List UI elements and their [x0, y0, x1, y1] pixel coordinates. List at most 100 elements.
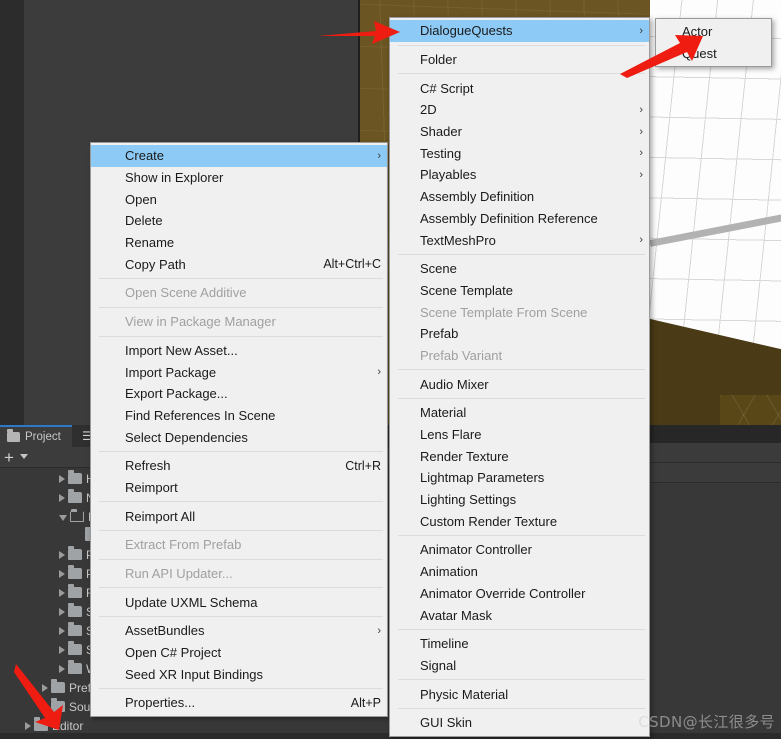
menu-item-label: Open Scene Additive	[125, 285, 247, 301]
menu-item-label: Scene Template	[420, 282, 513, 298]
tab-project[interactable]: Project	[0, 425, 72, 447]
menu-item-show-in-explorer[interactable]: Show in Explorer	[91, 167, 387, 189]
menu-item-copy-path[interactable]: Copy Path Alt+Ctrl+C	[91, 253, 387, 275]
folder-icon	[51, 679, 65, 693]
menu-item-audio-mixer[interactable]: Audio Mixer	[390, 373, 649, 395]
create-submenu[interactable]: DialogueQuests › Folder C# Script 2D › Shader ›…	[389, 17, 650, 737]
menu-item-reimport-all[interactable]: Reimport All	[91, 505, 387, 527]
triangle-right-icon[interactable]	[59, 474, 65, 483]
menu-item-import-package[interactable]: Import Package ›	[91, 361, 387, 383]
menu-item-2d[interactable]: 2D ›	[390, 99, 649, 121]
right-panel-header	[646, 425, 781, 443]
menu-item-assetbundles[interactable]: AssetBundles ›	[91, 620, 387, 642]
menu-item-folder[interactable]: Folder	[390, 49, 649, 71]
menu-item-delete[interactable]: Delete	[91, 210, 387, 232]
menu-item-textmeshpro[interactable]: TextMeshPro ›	[390, 229, 649, 251]
menu-item-label: Prefab	[420, 326, 459, 342]
triangle-right-icon[interactable]	[59, 569, 65, 578]
menu-item-lighting-settings[interactable]: Lighting Settings	[390, 489, 649, 511]
menu-item-refresh[interactable]: Refresh Ctrl+R	[91, 455, 387, 477]
plus-icon[interactable]: +	[4, 449, 14, 466]
triangle-right-icon[interactable]	[59, 645, 65, 654]
menu-item-lightmap-parameters[interactable]: Lightmap Parameters	[390, 467, 649, 489]
menu-item-scene[interactable]: Scene	[390, 258, 649, 280]
folder-icon	[68, 603, 82, 617]
menu-item-find-references-in-scene[interactable]: Find References In Scene	[91, 405, 387, 427]
menu-item-assembly-definition[interactable]: Assembly Definition	[390, 186, 649, 208]
menu-item-label: Create	[125, 148, 165, 164]
menu-item-custom-render-texture[interactable]: Custom Render Texture	[390, 510, 649, 532]
menu-item-render-texture[interactable]: Render Texture	[390, 445, 649, 467]
menu-separator	[99, 558, 383, 560]
menu-item-label: Assembly Definition Reference	[420, 210, 598, 226]
triangle-right-icon[interactable]	[59, 664, 65, 673]
menu-item-gui-skin[interactable]: GUI Skin	[390, 712, 649, 734]
menu-item-animator-override-controller[interactable]: Animator Override Controller	[390, 583, 649, 605]
triangle-right-icon[interactable]	[59, 626, 65, 635]
menu-item-shortcut: Alt+Ctrl+C	[323, 257, 381, 272]
menu-item-label: Refresh	[125, 458, 171, 474]
menu-separator	[99, 501, 383, 503]
menu-item-animator-controller[interactable]: Animator Controller	[390, 539, 649, 561]
menu-item-label: GUI Skin	[420, 715, 473, 731]
menu-item-label: Lighting Settings	[420, 492, 517, 508]
menu-item-extract-from-prefab: Extract From Prefab	[91, 534, 387, 556]
menu-item-properties[interactable]: Properties... Alt+P	[91, 692, 387, 714]
menu-item-label: Select Dependencies	[125, 429, 248, 445]
chevron-right-icon: ›	[639, 103, 643, 116]
triangle-right-icon[interactable]	[42, 683, 48, 692]
folder-icon	[68, 565, 82, 579]
menu-separator	[398, 369, 645, 371]
menu-item-assembly-definition-reference[interactable]: Assembly Definition Reference	[390, 208, 649, 230]
menu-item-seed-xr-input-bindings[interactable]: Seed XR Input Bindings	[91, 663, 387, 685]
tab-project-label: Project	[25, 431, 61, 443]
triangle-right-icon[interactable]	[59, 493, 65, 502]
menu-item-create[interactable]: Create ›	[91, 145, 387, 167]
menu-item-reimport[interactable]: Reimport	[91, 477, 387, 499]
menu-item-prefab[interactable]: Prefab	[390, 323, 649, 345]
menu-item-label: Reimport	[125, 479, 178, 495]
menu-item-label: Reimport All	[125, 508, 196, 524]
triangle-right-icon[interactable]	[59, 550, 65, 559]
menu-item-label: AssetBundles	[125, 623, 205, 639]
menu-item-export-package[interactable]: Export Package...	[91, 383, 387, 405]
menu-item-scene-template[interactable]: Scene Template	[390, 280, 649, 302]
menu-item-physic-material[interactable]: Physic Material	[390, 683, 649, 705]
menu-item-material[interactable]: Material	[390, 402, 649, 424]
menu-item-playables[interactable]: Playables ›	[390, 164, 649, 186]
chevron-down-icon[interactable]	[20, 454, 28, 459]
triangle-right-icon[interactable]	[59, 607, 65, 616]
triangle-right-icon[interactable]	[25, 721, 31, 730]
dialoguequests-submenu[interactable]: Actor Quest	[655, 18, 772, 68]
menu-item-rename[interactable]: Rename	[91, 232, 387, 254]
menu-item-update-uxml-schema[interactable]: Update UXML Schema	[91, 591, 387, 613]
menu-item-label: Lens Flare	[420, 427, 482, 443]
triangle-down-icon[interactable]	[59, 514, 67, 521]
menu-item-label: Render Texture	[420, 448, 509, 464]
menu-item-select-dependencies[interactable]: Select Dependencies	[91, 426, 387, 448]
menu-item-label: Export Package...	[125, 386, 228, 402]
menu-item-label: Shader	[420, 124, 462, 140]
menu-item-label: Open C# Project	[125, 645, 222, 661]
menu-item-dialoguequests[interactable]: DialogueQuests ›	[390, 20, 649, 42]
menu-item-avatar-mask[interactable]: Avatar Mask	[390, 604, 649, 626]
menu-item-actor[interactable]: Actor	[656, 21, 771, 43]
triangle-right-icon[interactable]	[59, 588, 65, 597]
menu-item-lens-flare[interactable]: Lens Flare	[390, 424, 649, 446]
menu-item-c-script[interactable]: C# Script	[390, 77, 649, 99]
menu-item-import-new-asset[interactable]: Import New Asset...	[91, 340, 387, 362]
menu-item-signal[interactable]: Signal	[390, 655, 649, 677]
asset-context-menu[interactable]: Create › Show in Explorer Open Delete Rename C…	[90, 142, 388, 717]
menu-item-shader[interactable]: Shader ›	[390, 121, 649, 143]
menu-item-open[interactable]: Open	[91, 188, 387, 210]
menu-item-open-c-project[interactable]: Open C# Project	[91, 642, 387, 664]
menu-item-animation[interactable]: Animation	[390, 561, 649, 583]
menu-item-label: Open	[125, 191, 157, 207]
menu-item-testing[interactable]: Testing ›	[390, 142, 649, 164]
menu-item-label: Find References In Scene	[125, 407, 276, 423]
menu-item-label: Playables	[420, 167, 477, 183]
menu-item-label: Import New Asset...	[125, 342, 238, 358]
menu-item-quest[interactable]: Quest	[656, 43, 771, 65]
menu-item-timeline[interactable]: Timeline	[390, 633, 649, 655]
tree-item-label: Editor	[52, 718, 84, 733]
